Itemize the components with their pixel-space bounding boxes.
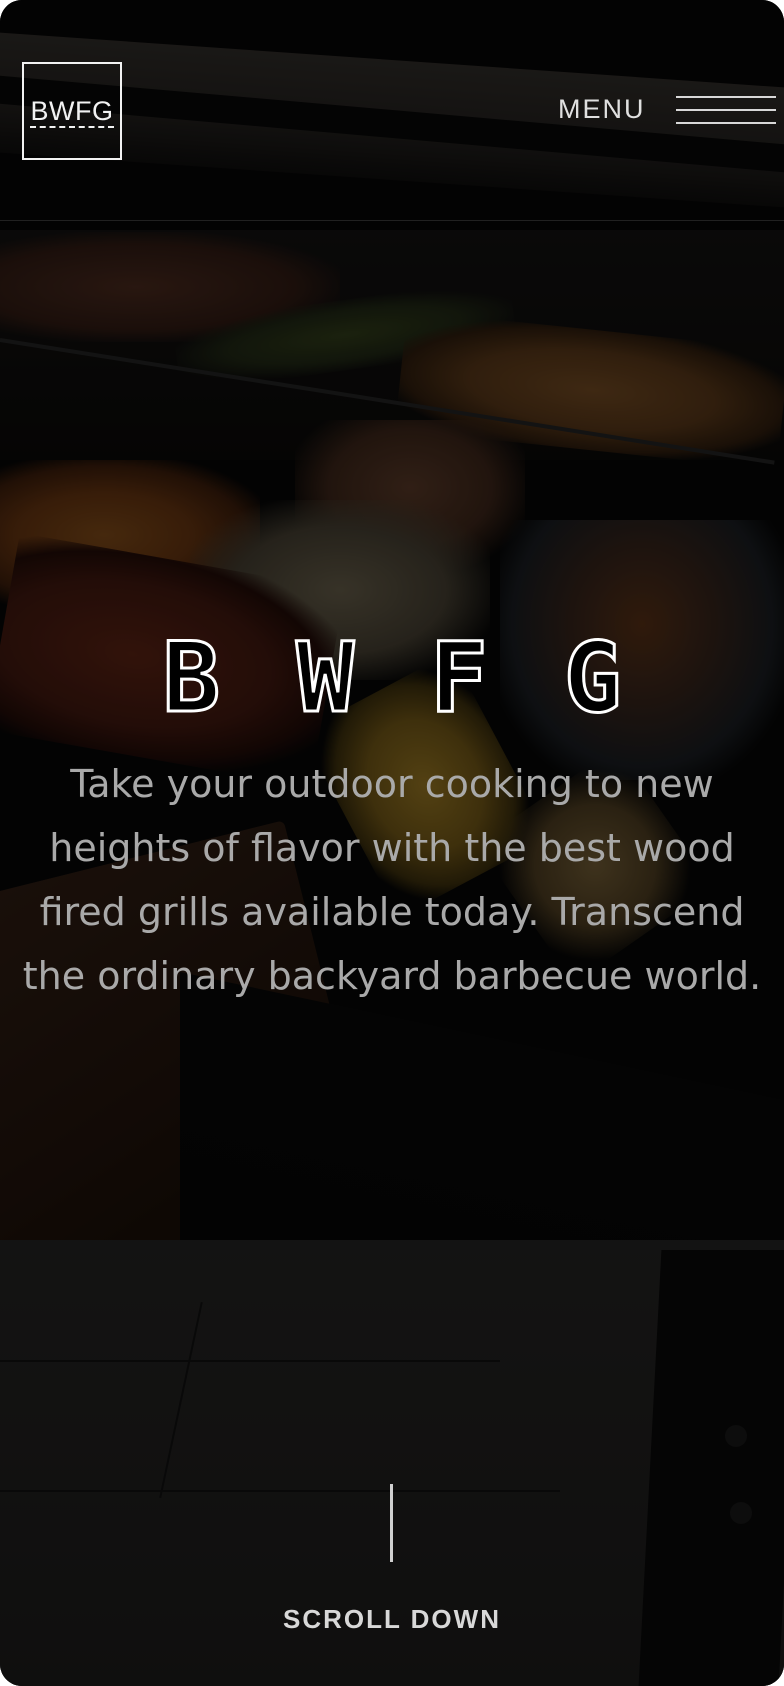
header-divider <box>0 220 784 221</box>
hamburger-line <box>676 96 776 98</box>
logo-text: BWFG <box>30 95 114 126</box>
mobile-screen: BWFG MENU B W F G Take your outdoor cook… <box>0 0 784 1686</box>
hero-title-letter: B <box>161 622 222 734</box>
logo-underline <box>30 126 114 128</box>
hamburger-line <box>676 109 776 111</box>
hamburger-menu-icon[interactable] <box>676 96 776 126</box>
logo-link[interactable]: BWFG <box>22 62 122 160</box>
hero-title-letter: W <box>295 622 356 734</box>
hero-tagline: Take your outdoor cooking to new heights… <box>22 762 762 998</box>
hamburger-line <box>676 122 776 124</box>
hero-title: B W F G <box>0 622 784 734</box>
menu-label[interactable]: MENU <box>558 94 646 125</box>
scroll-line-indicator <box>390 1484 393 1562</box>
scroll-down-link[interactable]: SCROLL DOWN <box>0 1604 784 1635</box>
hero-title-letter: G <box>562 622 623 734</box>
hero-title-letter: F <box>429 622 490 734</box>
site-header: BWFG MENU <box>0 0 784 220</box>
